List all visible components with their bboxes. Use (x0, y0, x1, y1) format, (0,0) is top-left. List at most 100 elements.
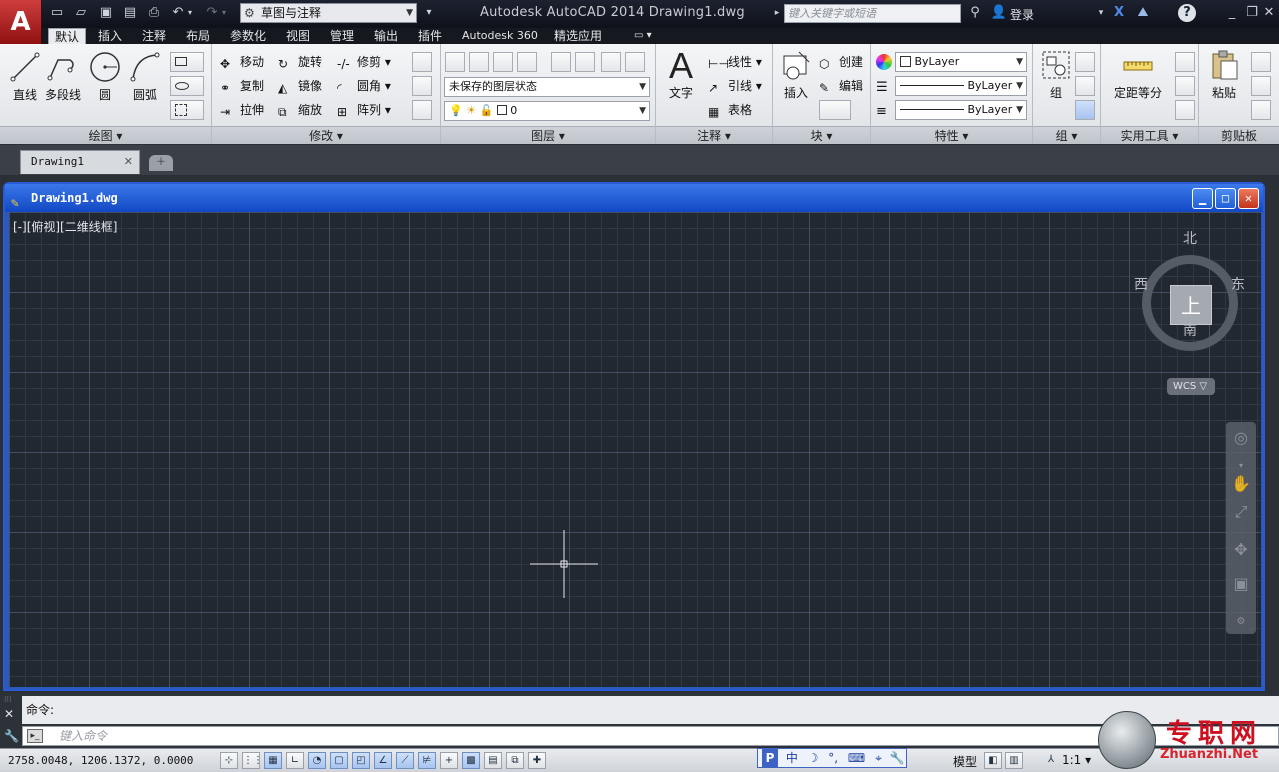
orbit-icon[interactable]: ✥ (1231, 540, 1251, 560)
lineweight-icon[interactable]: ☰ (876, 80, 888, 95)
trim-button[interactable]: -/- 修剪 ▾ (335, 52, 391, 72)
modify-panel-title[interactable]: 修改 ▾ (212, 126, 440, 144)
autocad360-icon[interactable]: ⛰ (1134, 4, 1152, 22)
object-snap-tracking-icon[interactable]: ∠ (374, 752, 392, 769)
properties-panel-title[interactable]: 特性 ▾ (871, 126, 1032, 144)
move-button[interactable]: ✥ 移动 (218, 52, 264, 72)
drawing-window-titlebar[interactable]: ✎ Drawing1.dwg ▁ □ ✕ (5, 184, 1263, 212)
exchange-icon[interactable]: X (1110, 4, 1128, 22)
save-icon[interactable]: ▣ (97, 4, 115, 22)
help-icon[interactable]: ? (1178, 4, 1196, 22)
redo-dropdown-icon[interactable]: ▾ (219, 4, 229, 22)
stretch-button[interactable]: ⇥ 拉伸 (218, 100, 264, 120)
save-as-icon[interactable]: ▤ (121, 4, 139, 22)
infer-constraints-icon[interactable]: ⊹ (220, 752, 238, 769)
lineweight-toggle-icon[interactable]: + (440, 752, 458, 769)
annotation-panel-title[interactable]: 注释 ▾ (656, 126, 772, 144)
calculator-icon[interactable] (1175, 100, 1195, 120)
tab-annotate[interactable]: 注释 (136, 28, 172, 44)
dynamic-input-icon[interactable]: ⊭ (418, 752, 436, 769)
utilities-panel-title[interactable]: 实用工具 ▾ (1101, 126, 1198, 144)
search-input[interactable]: 键入关键字或短语 (784, 4, 961, 23)
edit-block-button[interactable]: ✎ 编辑 (817, 76, 863, 96)
application-menu-button[interactable]: A (0, 0, 42, 44)
create-block-button[interactable]: ⬡ 创建 (817, 52, 863, 72)
close-icon[interactable]: ✕ (1238, 188, 1259, 209)
linear-dim-button[interactable]: ⊢⊣ 线性 ▾ (706, 52, 762, 72)
scale-button[interactable]: ⧉ 缩放 (276, 100, 322, 120)
command-input[interactable]: 键入命令 (22, 726, 1279, 746)
quick-properties-icon[interactable]: ▤ (484, 752, 502, 769)
layer-match-icon[interactable] (551, 52, 571, 72)
transparency-icon[interactable]: ▩ (462, 752, 480, 769)
wcs-menu[interactable]: WCS ▽ (1167, 378, 1215, 395)
compass-north[interactable]: 北 (1183, 228, 1197, 248)
ime-halfwidth-icon[interactable]: ☽ (808, 751, 819, 765)
select-similar-icon[interactable] (1175, 76, 1195, 96)
quick-calc-icon[interactable] (1175, 52, 1195, 72)
grid-display-icon[interactable]: ▦ (264, 752, 282, 769)
selection-cycling-icon[interactable]: ⧉ (506, 752, 524, 769)
layer-properties-icon[interactable] (445, 52, 465, 72)
tab-parametric[interactable]: 参数化 (224, 28, 272, 44)
ime-chinese[interactable]: 中 (786, 751, 798, 765)
tab-output[interactable]: 输出 (368, 28, 404, 44)
block-panel-title[interactable]: 块 ▾ (773, 126, 870, 144)
viewport-controls[interactable]: [-][俯视][二维线框] (13, 218, 117, 235)
color-select[interactable]: ByLayer ▼ (895, 52, 1027, 72)
tab-view[interactable]: 视图 (280, 28, 316, 44)
dynamic-ucs-icon[interactable]: ⟋ (396, 752, 414, 769)
tab-autodesk360[interactable]: Autodesk 360 (456, 28, 544, 44)
annotation-scale[interactable]: 1:1 ▾ (1062, 753, 1091, 767)
measure-button[interactable]: 定距等分 (1113, 48, 1163, 118)
arc-button[interactable]: 圆弧 (122, 50, 168, 120)
color-wheel-icon[interactable] (876, 54, 892, 70)
ime-menu-icon[interactable]: ⌖ (875, 751, 882, 765)
block-attributes-icon[interactable] (819, 100, 851, 120)
layer-unisolate-icon[interactable] (517, 52, 537, 72)
navbar-options-icon[interactable]: ⚙ (1231, 612, 1251, 632)
model-space-button[interactable]: 模型 (953, 753, 977, 770)
polar-tracking-icon[interactable]: ◔ (308, 752, 326, 769)
ortho-mode-icon[interactable]: ∟ (286, 752, 304, 769)
new-file-icon[interactable]: ▭ (48, 4, 66, 22)
groups-panel-title[interactable]: 组 ▾ (1033, 126, 1100, 144)
login-button[interactable]: 登录 (1010, 6, 1034, 23)
layout1-icon[interactable]: ◧ (984, 752, 1002, 769)
tab-featured-apps[interactable]: 精选应用 (548, 28, 608, 44)
user-icon[interactable]: 👤 (990, 4, 1008, 22)
tab-options-icon[interactable]: ▭ ▾ (628, 28, 658, 44)
model-space-canvas[interactable]: [-][俯视][二维线框] 上 北 南 西 东 WCS ▽ ◎ ▾ ✋ ⤢ ✥ … (9, 212, 1261, 687)
hatch-icon[interactable] (170, 100, 204, 120)
copy-base-icon[interactable] (1251, 100, 1271, 120)
tab-manage[interactable]: 管理 (324, 28, 360, 44)
close-icon[interactable]: ✕ (1259, 4, 1279, 22)
tab-layout[interactable]: 布局 (180, 28, 216, 44)
rectangle-icon[interactable] (170, 52, 204, 72)
rotate-button[interactable]: ↻ 旋转 (276, 52, 322, 72)
viewcube-top-face[interactable]: 上 (1170, 285, 1212, 325)
layer-select[interactable]: 💡 ☀ 🔓 0 ▼ (444, 101, 650, 121)
copy-button[interactable]: ⚭ 复制 (218, 76, 264, 96)
minimize-icon[interactable]: ▁ (1192, 188, 1213, 209)
open-file-icon[interactable]: ▱ (72, 4, 90, 22)
offset-icon[interactable] (412, 100, 432, 120)
showmotion-icon[interactable]: ▣ (1231, 574, 1251, 594)
lineweight-select[interactable]: ByLayer ▼ (895, 76, 1027, 96)
ime-settings-icon[interactable]: 🔧 (890, 751, 905, 765)
close-tab-icon[interactable]: ✕ (124, 151, 133, 173)
undo-dropdown-icon[interactable]: ▾ (185, 4, 195, 22)
binoculars-icon[interactable]: ⚲ (966, 4, 984, 22)
layer-previous-icon[interactable] (575, 52, 595, 72)
explode-icon[interactable] (412, 76, 432, 96)
linetype-icon[interactable]: ≡ (876, 104, 887, 119)
group-selection-icon[interactable] (1075, 100, 1095, 120)
layer-iso-icon[interactable] (493, 52, 513, 72)
minimize-icon[interactable]: _ (1222, 4, 1242, 22)
text-button[interactable]: A 文字 (658, 48, 704, 118)
snap-mode-icon[interactable]: ⋮⋮ (242, 752, 263, 769)
object-snap-icon[interactable]: ▢ (330, 752, 348, 769)
close-command-icon[interactable]: ✕ (4, 707, 14, 721)
quick-access-menu-icon[interactable]: ▾ (420, 4, 438, 22)
command-prompt-icon[interactable]: ▸_ (27, 729, 43, 743)
